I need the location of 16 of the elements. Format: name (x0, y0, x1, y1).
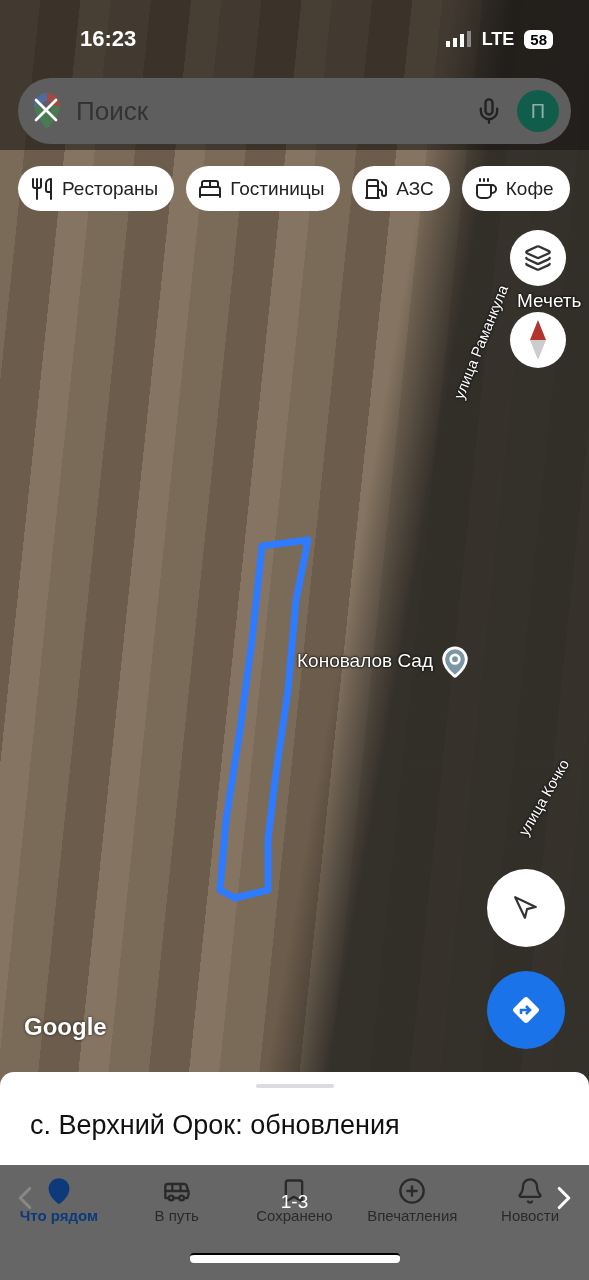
image-counter: 1-3 (280, 1191, 309, 1212)
nav-tab[interactable]: Впечатления (353, 1176, 472, 1224)
sheet-title: с. Верхний Орок: обновления (30, 1110, 400, 1141)
nav-tab[interactable]: В путь (117, 1176, 236, 1224)
category-chip[interactable]: АЗС (352, 166, 450, 211)
network-type: LTE (481, 28, 515, 50)
category-chip[interactable]: Рестораны (18, 166, 175, 211)
profile-avatar[interactable]: П (517, 90, 559, 132)
status-time: 16:23 (80, 26, 137, 52)
category-chip[interactable]: Гостиницы (186, 166, 341, 211)
place-label: Мечеть (517, 290, 582, 312)
category-chip[interactable]: Кофе (461, 166, 570, 211)
nav-tab[interactable]: Новости (471, 1176, 589, 1224)
place-label: Коновалов Сад (297, 650, 433, 672)
nav-tab[interactable]: Что рядом (0, 1176, 118, 1224)
google-attribution: Google (24, 1013, 107, 1041)
